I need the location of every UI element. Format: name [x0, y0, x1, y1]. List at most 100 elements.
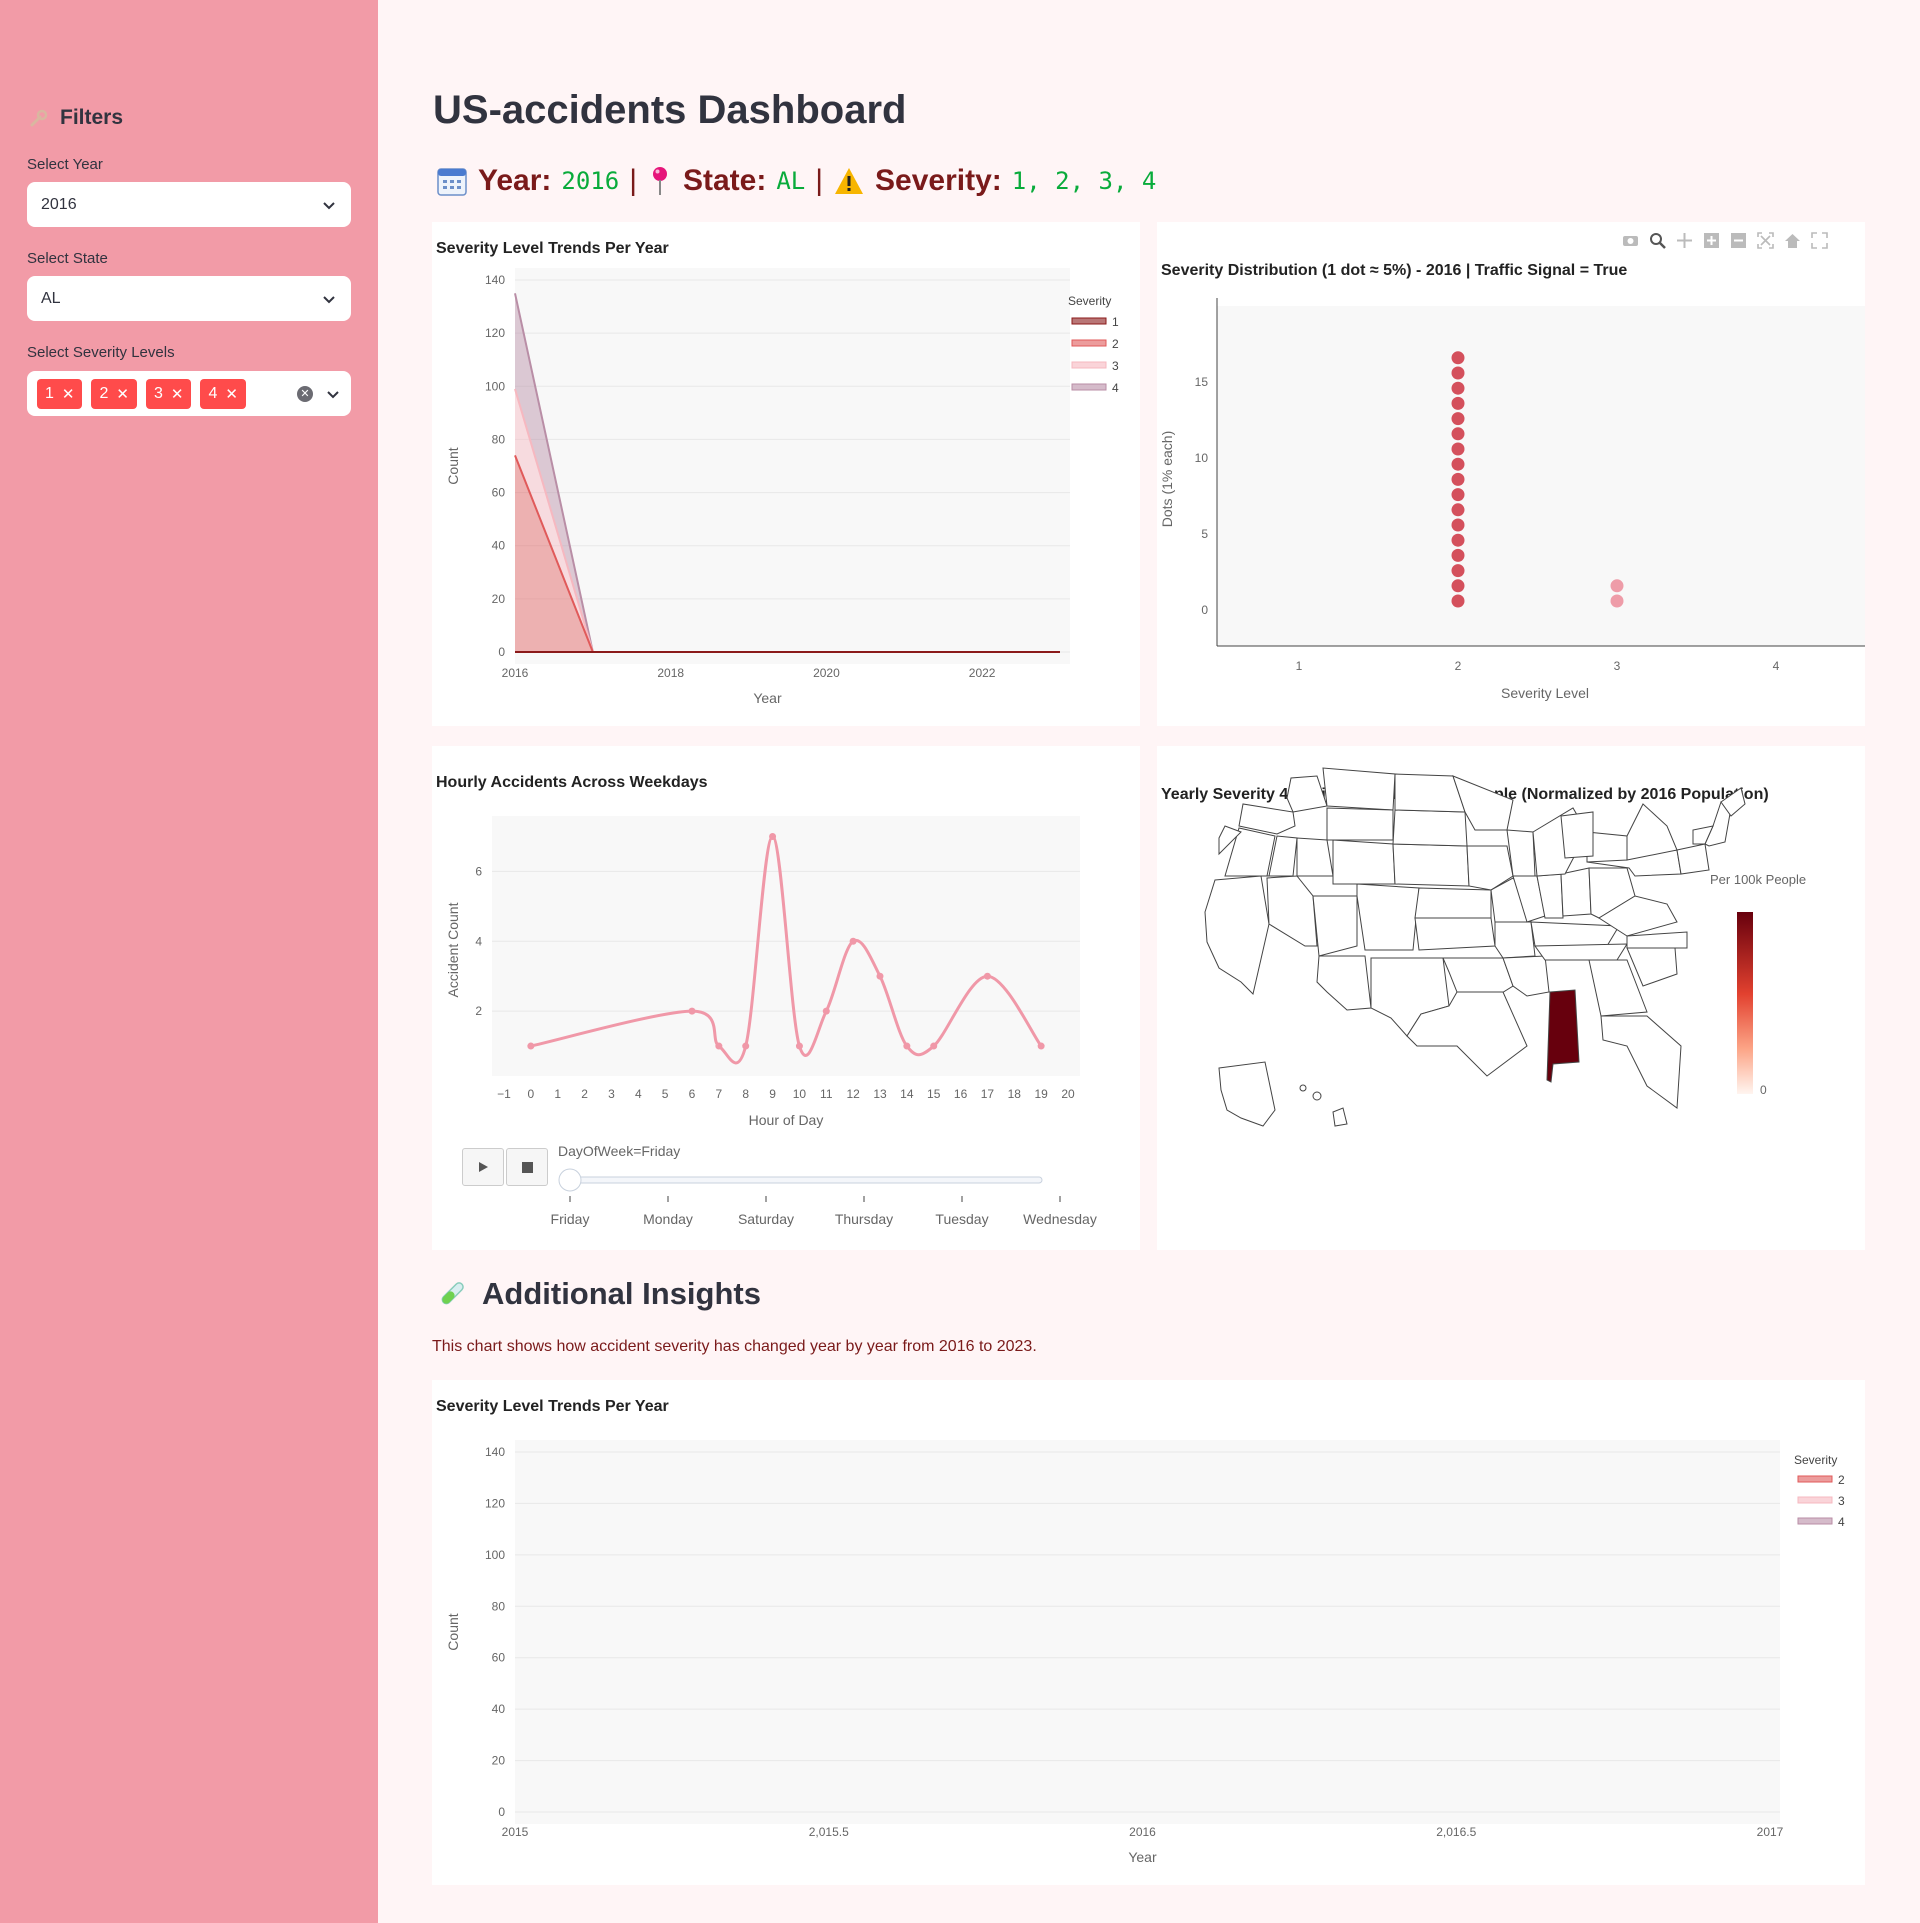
y-tick-label: 40 — [492, 1702, 506, 1716]
data-point — [769, 832, 777, 840]
slider-current-label: DayOfWeek=Friday — [558, 1143, 680, 1159]
severity-summary-label: Severity: — [875, 164, 1002, 197]
colorbar-min: 0 — [1760, 1083, 1767, 1097]
y-tick-label: 6 — [475, 864, 482, 878]
data-dot — [1451, 564, 1465, 578]
year-summary-label: Year: — [478, 164, 552, 197]
year-summary-value: 2016 — [561, 167, 620, 195]
severity-distribution-chart[interactable]: 0 5 10 15 1 2 3 4 Severity Level Dots (1% each) — [1157, 222, 1865, 726]
y-tick-label: 40 — [492, 539, 506, 553]
stop-icon — [521, 1161, 533, 1173]
colorbar — [1737, 912, 1753, 1094]
chevron-down-icon — [323, 201, 335, 209]
slider-rail — [559, 1176, 1043, 1184]
data-dot — [1451, 396, 1465, 410]
severity-tag[interactable]: 3 ✕ — [145, 378, 192, 409]
data-dot — [1451, 351, 1465, 365]
y-tick-label: 5 — [1201, 527, 1208, 541]
data-dot — [1451, 472, 1465, 486]
play-icon — [479, 1162, 488, 1172]
y-tick-label: 140 — [485, 273, 505, 287]
pan-icon[interactable] — [1676, 232, 1693, 249]
x-tick-label: 13 — [873, 1087, 887, 1101]
legend-label: 4 — [1112, 381, 1119, 395]
x-tick-label: 3 — [1614, 659, 1621, 673]
legend-title: Severity — [1068, 294, 1111, 308]
x-tick-label: 20 — [1061, 1087, 1075, 1101]
separator: | — [815, 164, 824, 197]
severity-label: Select Severity Levels — [27, 344, 175, 361]
legend-swatch — [1071, 383, 1107, 391]
sidebar-title: Filters — [28, 106, 123, 130]
filter-summary: Year: 2016 | State: AL | Severity: 1, 2,… — [436, 164, 1156, 198]
stop-button[interactable] — [506, 1148, 548, 1186]
slider-step-label: Tuesday — [935, 1211, 988, 1227]
x-tick-label: 1 — [1296, 659, 1303, 673]
chevron-down-icon — [323, 295, 335, 303]
data-point — [527, 1042, 535, 1050]
severity-trends-chart[interactable]: 0 20 40 60 80 100 120 140 2016 2018 2020 2022 Year Co… — [432, 222, 1140, 726]
legend-label: 4 — [1838, 1515, 1845, 1529]
legend-swatch — [1797, 1496, 1833, 1504]
slider-step-label: Wednesday — [1023, 1211, 1097, 1227]
home-icon[interactable] — [1784, 232, 1801, 249]
x-tick-label: 17 — [981, 1087, 995, 1101]
y-axis-label: Dots (1% each) — [1159, 431, 1175, 527]
legend-swatch — [1071, 339, 1107, 347]
remove-tag-icon[interactable]: ✕ — [116, 385, 129, 403]
x-tick-label: 2016 — [1129, 1825, 1156, 1839]
camera-icon[interactable] — [1622, 232, 1639, 249]
x-tick-label: 3 — [608, 1087, 615, 1101]
plot-background — [515, 1440, 1780, 1824]
chevron-down-icon[interactable] — [325, 386, 341, 402]
tag-label: 3 — [153, 384, 163, 402]
us-choropleth-map[interactable] — [1157, 746, 1865, 1250]
severity-tag[interactable]: 4 ✕ — [200, 378, 246, 409]
remove-tag-icon[interactable]: ✕ — [225, 385, 238, 403]
legend-label: 2 — [1838, 1473, 1845, 1487]
state-select-value: AL — [41, 289, 61, 307]
y-tick-label: 0 — [498, 1805, 505, 1819]
severity-multiselect[interactable]: 1 ✕ 2 ✕ 3 ✕ 4 ✕ ✕ — [27, 371, 351, 416]
x-tick-label: 14 — [900, 1087, 914, 1101]
x-tick-label: 2016 — [502, 666, 529, 680]
zoom-icon[interactable] — [1649, 232, 1666, 249]
x-tick-label: 6 — [689, 1087, 696, 1101]
zoom-out-icon[interactable] — [1730, 232, 1747, 249]
fullscreen-icon[interactable] — [1811, 232, 1828, 249]
legend-label: 3 — [1838, 1494, 1845, 1508]
play-button[interactable] — [462, 1148, 504, 1186]
chart-modebar — [1622, 232, 1828, 249]
clear-all-icon[interactable]: ✕ — [297, 385, 313, 402]
slider-step-label: Thursday — [835, 1211, 893, 1227]
data-point — [849, 937, 857, 945]
insights-text: This chart shows how accident severity h… — [432, 1338, 1037, 1355]
x-tick-label: 2020 — [813, 666, 840, 680]
severity-trends-chart-2[interactable]: 0 20 40 60 80 100 120 140 2015 2,015.5 2016 2,016.5… — [432, 1380, 1865, 1885]
year-select[interactable]: 2016 — [27, 182, 351, 227]
severity-trends-panel-2: Severity Level Trends Per Year 0 20 40 60 80… — [432, 1380, 1865, 1885]
plot-background — [515, 268, 1070, 664]
data-point — [742, 1042, 750, 1050]
x-tick-label: 2,015.5 — [809, 1825, 849, 1839]
x-tick-label: 2,016.5 — [1436, 1825, 1476, 1839]
state-select[interactable]: AL — [27, 276, 351, 321]
autoscale-icon[interactable] — [1757, 232, 1774, 249]
x-axis-label: Severity Level — [1501, 685, 1589, 701]
alabama-state[interactable] — [1546, 989, 1580, 1083]
x-tick-label: 2015 — [502, 1825, 529, 1839]
y-tick-label: 10 — [1195, 451, 1209, 465]
data-point — [688, 1007, 696, 1015]
zoom-in-icon[interactable] — [1703, 232, 1720, 249]
remove-tag-icon[interactable]: ✕ — [171, 385, 184, 403]
slider-step-label: Monday — [643, 1211, 693, 1227]
remove-tag-icon[interactable]: ✕ — [62, 385, 75, 403]
severity-tag[interactable]: 2 ✕ — [91, 378, 137, 409]
calendar-icon — [437, 168, 467, 196]
x-tick-label: 7 — [716, 1087, 723, 1101]
y-tick-label: 100 — [485, 379, 505, 393]
severity-tag[interactable]: 1 ✕ — [37, 378, 83, 409]
y-tick-label: 80 — [492, 1599, 506, 1613]
x-tick-label: 19 — [1034, 1087, 1048, 1101]
tag-label: 4 — [208, 384, 218, 402]
